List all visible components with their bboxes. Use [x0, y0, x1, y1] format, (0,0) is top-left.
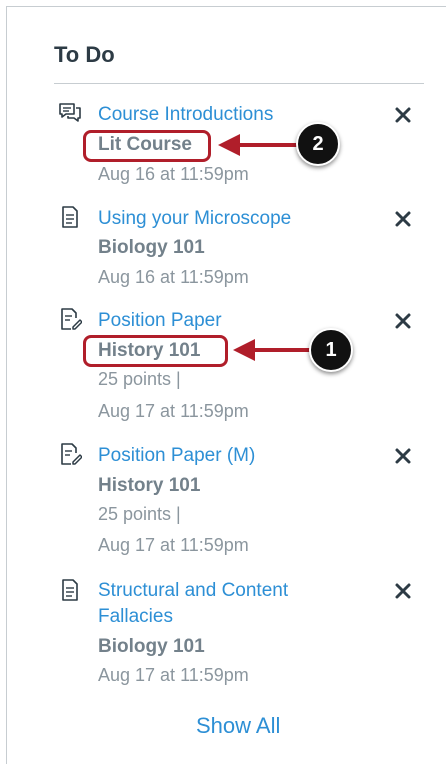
callout-1: 1 — [309, 328, 353, 372]
show-all-link[interactable]: Show All — [196, 713, 280, 739]
assignment-edit-icon — [61, 443, 82, 465]
todo-item-course: Biology 101 — [98, 636, 205, 657]
todo-item-title[interactable]: Structural and Content Fallacies — [98, 578, 328, 630]
assignment-icon — [62, 579, 78, 601]
todo-item-title[interactable]: Course Introductions — [98, 102, 338, 128]
close-icon[interactable] — [393, 105, 413, 125]
assignment-icon — [62, 206, 78, 228]
todo-item-title[interactable]: Using your Microscope — [98, 206, 338, 232]
todo-item-due: Aug 17 at 11:59pm — [98, 665, 249, 685]
todo-item-due: Aug 17 at 11:59pm — [98, 401, 249, 421]
callout-2: 2 — [296, 122, 340, 166]
todo-item-due: Aug 17 at 11:59pm — [98, 535, 249, 555]
todo-title: To Do — [54, 42, 115, 67]
todo-item-course: History 101 — [98, 475, 201, 496]
close-icon[interactable] — [393, 311, 413, 331]
arrow-head — [233, 339, 255, 361]
divider — [54, 83, 424, 84]
discussion-icon — [59, 103, 81, 122]
arrow-line — [253, 348, 313, 352]
history-course-highlight — [83, 335, 228, 367]
arrow-head — [218, 134, 240, 156]
close-icon[interactable] — [393, 209, 413, 229]
todo-item-title[interactable]: Position Paper (M) — [98, 443, 338, 469]
todo-item-title[interactable]: Position Paper — [98, 308, 338, 334]
todo-item-points: 25 points | — [98, 504, 181, 524]
close-icon[interactable] — [393, 446, 413, 466]
arrow-line — [238, 143, 300, 147]
todo-item-points: 25 points | — [98, 369, 181, 389]
todo-item-due: Aug 16 at 11:59pm — [98, 164, 249, 184]
close-icon[interactable] — [393, 581, 413, 601]
assignment-edit-icon — [61, 308, 82, 330]
lit-course-highlight — [83, 130, 211, 162]
todo-item-due: Aug 16 at 11:59pm — [98, 267, 249, 287]
todo-item-course: Biology 101 — [98, 237, 205, 258]
